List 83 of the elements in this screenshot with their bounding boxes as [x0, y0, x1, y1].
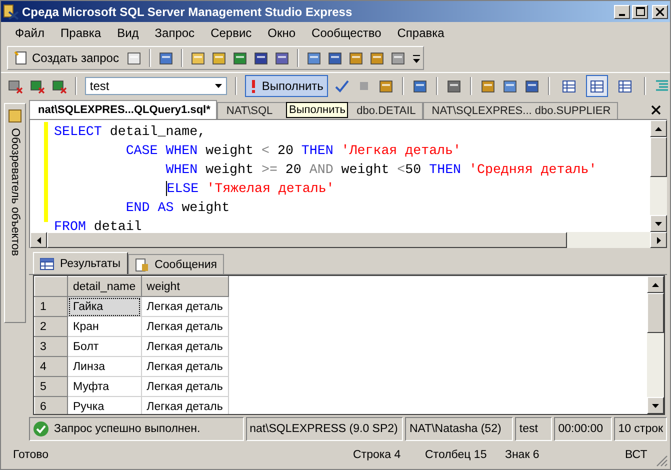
table-cell: Легкая деталь	[141, 316, 228, 336]
database-dropdown[interactable]: test	[84, 77, 227, 95]
scrollbar[interactable]	[647, 276, 664, 414]
line-indicator: Строка 4	[353, 449, 402, 461]
column-header[interactable]: detail_name	[68, 276, 142, 296]
menu-item[interactable]: Справка	[389, 26, 452, 40]
scroll-left-icon	[36, 236, 40, 244]
code-line: SELECT detail_name,	[54, 123, 206, 141]
code-line: WHEN weight >= 20 AND weight <50 THEN 'Средняя деталь'	[164, 161, 597, 179]
row-number[interactable]: 2	[34, 316, 68, 336]
tooltip: Выполнить	[286, 102, 348, 118]
row-number[interactable]: 6	[34, 396, 68, 414]
insert-mode: ВСТ	[625, 449, 648, 461]
row-number[interactable]: 5	[34, 376, 68, 396]
table-cell: Линза	[68, 356, 142, 376]
code-line: FROM detail	[54, 218, 142, 236]
table-cell: Болт	[68, 336, 142, 356]
scroll-down-icon	[652, 404, 659, 408]
editor-tab[interactable]: NAT\SQLEXPRES... dbo.SUPPLIER	[422, 102, 618, 119]
column-header[interactable]: weight	[141, 276, 228, 296]
status-text: Готово	[13, 449, 50, 461]
new-query-icon	[13, 50, 29, 66]
row-count: 10 строк	[614, 417, 668, 441]
object-explorer-tab[interactable]: Обозреватель объектов	[4, 103, 26, 323]
close-button[interactable]	[652, 4, 668, 18]
scroll-up-icon	[655, 126, 662, 130]
table-cell: Легкая деталь	[141, 296, 228, 316]
grid-icon	[561, 78, 578, 94]
execute-button[interactable]: Выполнить	[244, 75, 328, 97]
menu-item[interactable]: Сообщество	[304, 26, 390, 40]
row-number[interactable]: 1	[34, 296, 68, 316]
table-cell: Муфта	[68, 376, 142, 396]
results-tab[interactable]: Результаты	[33, 252, 128, 274]
status-message: Запрос успешно выполнен.	[54, 423, 200, 435]
editor-tab[interactable]: nat\SQLEXPRES...QLQuery1.sql*	[29, 100, 218, 119]
menu-item[interactable]: Правка	[52, 26, 110, 40]
results-tab[interactable]: Сообщения	[128, 254, 224, 274]
maximize-button[interactable]	[632, 4, 648, 18]
row-number[interactable]: 3	[34, 336, 68, 356]
minimize-icon	[619, 14, 625, 16]
scrollbar[interactable]	[650, 120, 667, 232]
database-status: test	[515, 417, 552, 441]
messages-icon	[134, 258, 149, 272]
grid-icon	[617, 78, 634, 94]
code-line: ELSE 'Тяжелая деталь'	[164, 180, 334, 198]
table-cell: Гайка	[68, 296, 142, 316]
code-line: CASE WHEN weight < 20 THEN 'Легкая деталь'	[124, 142, 461, 160]
table-cell: Кран	[68, 316, 142, 336]
table-cell: Легкая деталь	[141, 356, 228, 376]
close-icon[interactable]	[651, 105, 661, 115]
menu-item[interactable]: Вид	[109, 26, 147, 40]
grid-icon	[589, 78, 606, 94]
elapsed-time: 00:00:00	[554, 417, 612, 441]
code-line: END AS weight	[124, 199, 230, 217]
app-icon	[3, 4, 19, 20]
user-status: NAT\Natasha (52)	[405, 417, 514, 441]
exclamation-icon	[250, 79, 258, 93]
success-icon	[33, 421, 49, 437]
row-number[interactable]: 4	[34, 356, 68, 376]
scrollbar[interactable]	[29, 232, 667, 248]
window-title: Среда Microsoft SQL Server Management Studio Express	[22, 4, 354, 18]
menu-item[interactable]: Файл	[7, 26, 53, 40]
new-query-button[interactable]: Создать запрос	[11, 50, 121, 66]
menu-item[interactable]: Запрос	[146, 26, 203, 40]
maximize-icon	[636, 7, 644, 16]
server-status: nat\SQLEXPRESS (9.0 SP2)	[246, 417, 404, 441]
table-cell: Легкая деталь	[141, 336, 228, 356]
dropdown-arrow-icon	[214, 84, 222, 88]
menu-item[interactable]: Сервис	[202, 26, 260, 40]
grid-icon	[40, 258, 54, 270]
char-indicator: Знак 6	[505, 449, 540, 461]
scroll-right-icon	[656, 236, 660, 244]
minimize-button[interactable]	[614, 4, 630, 18]
overflow-icon[interactable]	[412, 53, 420, 63]
check-icon[interactable]	[334, 78, 350, 94]
column-indicator: Столбец 15	[425, 449, 488, 461]
table-cell: Легкая деталь	[141, 376, 228, 396]
close-icon	[656, 8, 664, 16]
menu-item[interactable]: Окно	[260, 26, 304, 40]
scroll-up-icon	[652, 282, 659, 286]
resize-grip-icon[interactable]	[656, 455, 668, 467]
scroll-down-icon	[655, 222, 662, 226]
results-mode-button[interactable]	[586, 75, 608, 97]
